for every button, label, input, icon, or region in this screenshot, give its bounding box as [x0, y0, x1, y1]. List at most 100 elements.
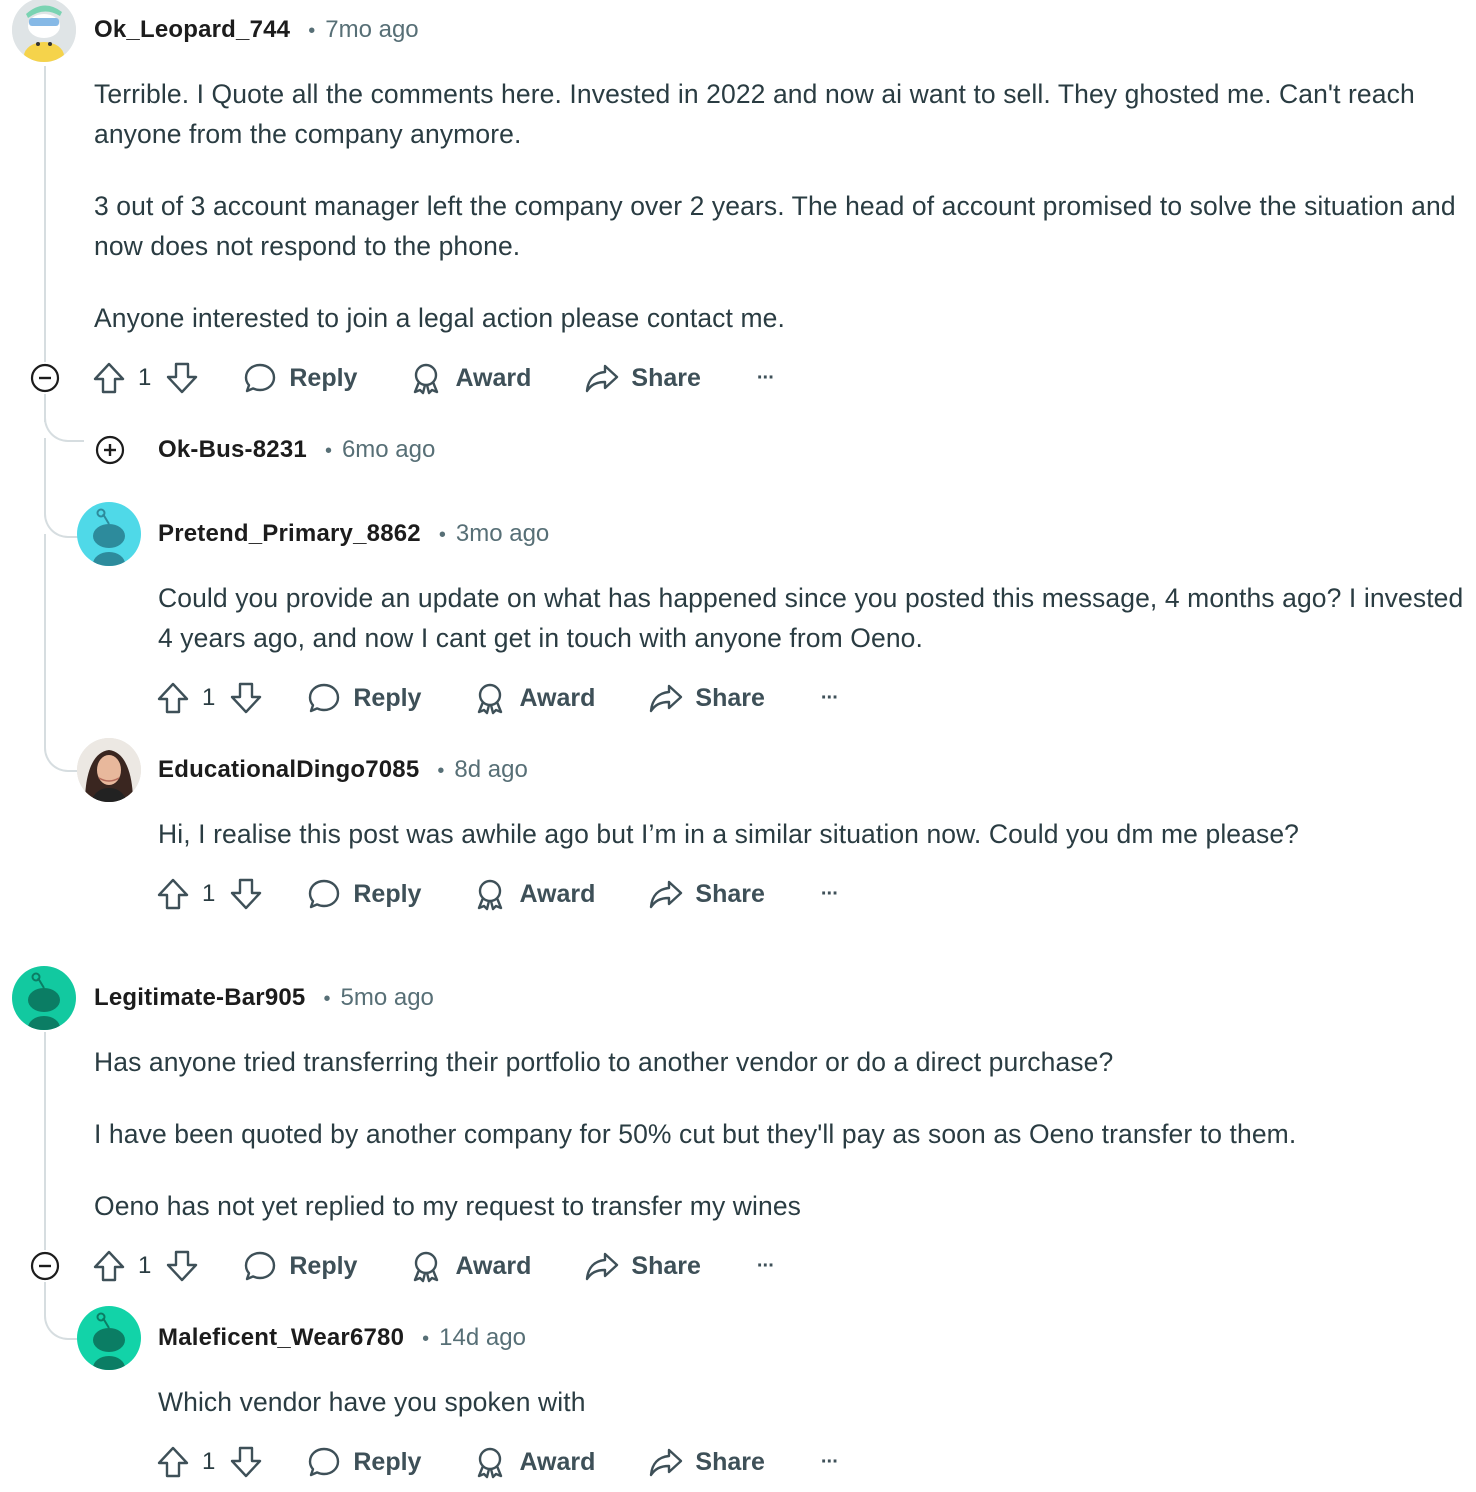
- comment-meta: Legitimate-Bar905 • 5mo ago: [94, 978, 434, 1018]
- upvote-arrow-icon: [157, 1446, 189, 1478]
- more-options-button[interactable]: ···: [821, 1451, 839, 1474]
- vote-count: 1: [138, 1252, 152, 1279]
- thread-line: [44, 66, 46, 362]
- reply-button[interactable]: Reply: [307, 1445, 421, 1479]
- thread-elbow: [44, 400, 84, 442]
- comment-actions: 1 Reply Award Share ···: [156, 1438, 839, 1486]
- vote-count: 1: [202, 1448, 216, 1475]
- award-label: Award: [455, 363, 532, 392]
- comment-paragraph: Could you provide an update on what has …: [158, 583, 1464, 653]
- expand-thread-button[interactable]: [95, 435, 125, 465]
- award-ribbon-icon: [478, 683, 503, 715]
- downvote-button[interactable]: [229, 1445, 263, 1479]
- speech-bubble-icon: [309, 879, 340, 909]
- award-label: Award: [455, 1251, 532, 1280]
- comment-paragraph: I have been quoted by another company fo…: [94, 1119, 1297, 1149]
- comment-meta: Maleficent_Wear6780 • 14d ago: [158, 1318, 526, 1358]
- share-label: Share: [695, 879, 765, 908]
- downvote-button[interactable]: [165, 1249, 199, 1283]
- downvote-arrow-icon: [231, 682, 262, 714]
- avatar[interactable]: [12, 0, 76, 62]
- award-label: Award: [519, 683, 596, 712]
- reply-label: Reply: [353, 1447, 422, 1476]
- share-arrow-icon: [650, 1448, 683, 1477]
- collapse-thread-button[interactable]: [30, 1251, 60, 1281]
- timestamp[interactable]: 5mo ago: [341, 978, 434, 1018]
- comment-meta: EducationalDingo7085 • 8d ago: [158, 750, 528, 790]
- timestamp[interactable]: 7mo ago: [325, 10, 418, 50]
- reply-button[interactable]: Reply: [307, 877, 421, 911]
- more-options-button[interactable]: ···: [821, 687, 839, 710]
- award-button[interactable]: Award: [473, 1445, 595, 1479]
- separator-dot: •: [308, 20, 316, 42]
- award-button[interactable]: Award: [473, 681, 595, 715]
- username[interactable]: Legitimate-Bar905: [94, 978, 305, 1018]
- avatar[interactable]: [12, 966, 76, 1030]
- plus-circle-icon: [95, 435, 125, 465]
- username[interactable]: Pretend_Primary_8862: [158, 514, 421, 554]
- award-button[interactable]: Award: [473, 877, 595, 911]
- award-ribbon-icon: [414, 363, 439, 395]
- share-button[interactable]: Share: [585, 1249, 701, 1283]
- comment-paragraph: Which vendor have you spoken with: [158, 1387, 586, 1417]
- separator-dot: •: [422, 1328, 430, 1350]
- profile-photo-icon: [77, 738, 141, 802]
- avatar[interactable]: [77, 1306, 141, 1370]
- share-button[interactable]: Share: [649, 681, 765, 715]
- speech-bubble-icon: [245, 363, 276, 393]
- share-label: Share: [631, 1251, 701, 1280]
- username[interactable]: Maleficent_Wear6780: [158, 1318, 404, 1358]
- share-label: Share: [631, 363, 701, 392]
- timestamp[interactable]: 14d ago: [439, 1318, 526, 1358]
- reply-button[interactable]: Reply: [243, 361, 357, 395]
- reply-label: Reply: [353, 879, 422, 908]
- upvote-button[interactable]: [156, 681, 190, 715]
- username[interactable]: EducationalDingo7085: [158, 750, 419, 790]
- comment-paragraph: 3 out of 3 account manager left the comp…: [94, 191, 1456, 261]
- collapse-thread-button[interactable]: [30, 363, 60, 393]
- downvote-button[interactable]: [229, 681, 263, 715]
- upvote-button[interactable]: [156, 877, 190, 911]
- avatar[interactable]: [77, 738, 141, 802]
- comment-meta: Ok-Bus-8231 • 6mo ago: [158, 430, 435, 470]
- upvote-arrow-icon: [93, 1250, 125, 1282]
- more-options-button[interactable]: ···: [821, 883, 839, 906]
- upvote-button[interactable]: [92, 1249, 126, 1283]
- share-button[interactable]: Share: [585, 361, 701, 395]
- reply-button[interactable]: Reply: [307, 681, 421, 715]
- avatar[interactable]: [77, 502, 141, 566]
- timestamp[interactable]: 8d ago: [454, 750, 527, 790]
- thread-elbow: [44, 1290, 80, 1340]
- upvote-arrow-icon: [157, 878, 189, 910]
- share-label: Share: [695, 1447, 765, 1476]
- award-button[interactable]: Award: [409, 361, 531, 395]
- vote-count: 1: [202, 684, 216, 711]
- speech-bubble-icon: [309, 1447, 340, 1477]
- comment-body: Hi, I realise this post was awhile ago b…: [158, 814, 1464, 854]
- username[interactable]: Ok-Bus-8231: [158, 430, 307, 470]
- downvote-arrow-icon: [167, 362, 198, 394]
- vote-count: 1: [138, 364, 152, 391]
- comment-meta: Pretend_Primary_8862 • 3mo ago: [158, 514, 549, 554]
- downvote-button[interactable]: [165, 361, 199, 395]
- comment-actions: 1 Reply Award Share ···: [156, 870, 839, 918]
- downvote-arrow-icon: [231, 878, 262, 910]
- username[interactable]: Ok_Leopard_744: [94, 10, 290, 50]
- share-button[interactable]: Share: [649, 877, 765, 911]
- timestamp[interactable]: 3mo ago: [456, 514, 549, 554]
- share-button[interactable]: Share: [649, 1445, 765, 1479]
- upvote-button[interactable]: [92, 361, 126, 395]
- more-options-button[interactable]: ···: [757, 1255, 775, 1278]
- comment-paragraph: Hi, I realise this post was awhile ago b…: [158, 819, 1300, 849]
- upvote-button[interactable]: [156, 1445, 190, 1479]
- timestamp[interactable]: 6mo ago: [342, 430, 435, 470]
- reply-label: Reply: [289, 1251, 358, 1280]
- award-ribbon-icon: [478, 1447, 503, 1479]
- award-ribbon-icon: [478, 879, 503, 911]
- downvote-button[interactable]: [229, 877, 263, 911]
- award-button[interactable]: Award: [409, 1249, 531, 1283]
- more-options-button[interactable]: ···: [757, 367, 775, 390]
- comment-meta: Ok_Leopard_744 • 7mo ago: [94, 10, 419, 50]
- reply-button[interactable]: Reply: [243, 1249, 357, 1283]
- downvote-arrow-icon: [167, 1250, 198, 1282]
